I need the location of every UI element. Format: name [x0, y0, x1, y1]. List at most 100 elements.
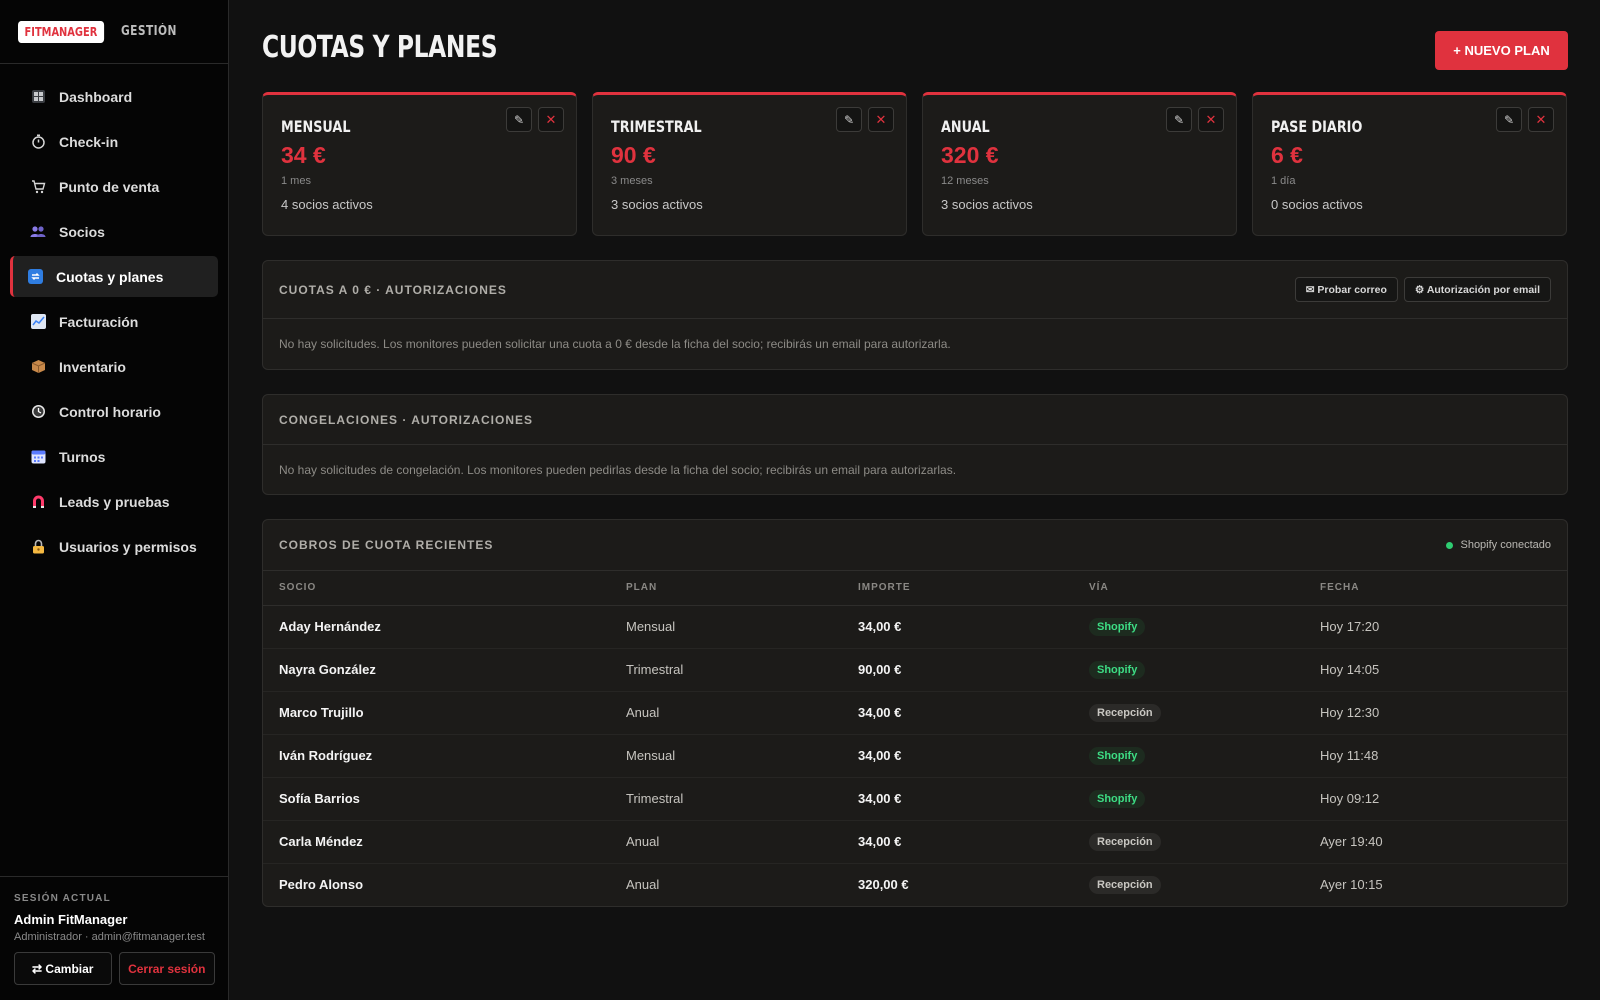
- sidebar-item-control-horario[interactable]: Control horario: [10, 391, 218, 432]
- cell-fecha: Ayer 19:40: [1304, 820, 1567, 864]
- freezes-panel: CONGELACIONES · AUTORIZACIONES No hay so…: [262, 394, 1568, 495]
- table-row[interactable]: Carla Méndez Anual 34,00 € Recepción Aye…: [263, 820, 1567, 864]
- plan-card[interactable]: ✎ ✕ PASE DIARIO 6 € 1 día 0 socios activ…: [1252, 92, 1567, 236]
- table-row[interactable]: Aday Hernández Mensual 34,00 € Shopify H…: [263, 605, 1567, 649]
- plan-active-members: 3 socios activos: [941, 197, 1033, 212]
- box-icon: [29, 358, 47, 376]
- delete-plan-button[interactable]: ✕: [538, 107, 564, 132]
- new-plan-button[interactable]: + NUEVO PLAN: [1435, 31, 1568, 70]
- cell-importe: 34,00 €: [842, 605, 1073, 649]
- plan-card[interactable]: ✎ ✕ ANUAL 320 € 12 meses 3 socios activo…: [922, 92, 1237, 236]
- edit-plan-button[interactable]: ✎: [1496, 107, 1522, 132]
- sidebar-item-usuarios-y-permisos[interactable]: Usuarios y permisos: [10, 526, 218, 567]
- recent-payments-panel: COBROS DE CUOTA RECIENTES Shopify conect…: [262, 519, 1568, 907]
- plan-price: 34 €: [281, 142, 326, 168]
- cell-socio: Nayra González: [263, 648, 610, 692]
- edit-plan-button[interactable]: ✎: [506, 107, 532, 132]
- sidebar-item-label: Leads y pruebas: [59, 493, 170, 510]
- sidebar-item-label: Dashboard: [59, 88, 133, 105]
- edit-plan-button[interactable]: ✎: [836, 107, 862, 132]
- shopify-status: Shopify conectado: [1446, 539, 1551, 551]
- sidebar-item-cuotas-y-planes[interactable]: Cuotas y planes: [10, 256, 218, 297]
- sidebar-item-inventario[interactable]: Inventario: [10, 346, 218, 387]
- plan-active-members: 0 socios activos: [1271, 197, 1363, 212]
- plan-duration: 1 día: [1271, 175, 1296, 187]
- plan-active-members: 4 socios activos: [281, 197, 373, 212]
- cell-via: Shopify: [1073, 648, 1304, 692]
- sidebar-item-socios[interactable]: Socios: [10, 211, 218, 252]
- sidebar-item-label: Socios: [59, 223, 105, 240]
- page-title: CUOTAS Y PLANES: [262, 30, 498, 65]
- repeat-icon: [26, 268, 44, 286]
- plan-duration: 1 mes: [281, 175, 311, 187]
- lock-icon: [29, 538, 47, 556]
- status-dot-icon: [1446, 541, 1454, 549]
- cell-via: Recepción: [1073, 863, 1304, 906]
- via-badge: Recepción: [1089, 875, 1161, 894]
- delete-plan-button[interactable]: ✕: [1528, 107, 1554, 132]
- close-icon: ✕: [1535, 111, 1547, 127]
- delete-plan-button[interactable]: ✕: [868, 107, 894, 132]
- sidebar-item-label: Control horario: [59, 403, 161, 420]
- plan-price: 90 €: [611, 142, 656, 168]
- cell-via: Shopify: [1073, 777, 1304, 821]
- session-user-name: Admin FitManager: [14, 912, 128, 927]
- dashboard-icon: [29, 88, 47, 106]
- column-header: FECHA: [1304, 571, 1567, 606]
- table-row[interactable]: Nayra González Trimestral 90,00 € Shopif…: [263, 648, 1567, 692]
- cell-importe: 90,00 €: [842, 648, 1073, 692]
- sidebar-item-leads-y-pruebas[interactable]: Leads y pruebas: [10, 481, 218, 522]
- cell-fecha: Hoy 14:05: [1304, 648, 1567, 692]
- panel-title: CUOTAS A 0 € · AUTORIZACIONES: [279, 282, 507, 297]
- sidebar-item-label: Usuarios y permisos: [59, 538, 197, 555]
- pencil-icon: ✎: [1173, 112, 1185, 127]
- cell-importe: 34,00 €: [842, 691, 1073, 735]
- sidebar-item-punto-de-venta[interactable]: Punto de venta: [10, 166, 218, 207]
- calendar-icon: [29, 448, 47, 466]
- sidebar-item-facturacion[interactable]: Facturación: [10, 301, 218, 342]
- table-row[interactable]: Sofía Barrios Trimestral 34,00 € Shopify…: [263, 777, 1567, 821]
- cell-fecha: Hoy 09:12: [1304, 777, 1567, 821]
- cell-plan: Anual: [626, 877, 660, 893]
- table-row[interactable]: Marco Trujillo Anual 34,00 € Recepción H…: [263, 691, 1567, 735]
- table-row[interactable]: Iván Rodríguez Mensual 34,00 € Shopify H…: [263, 734, 1567, 778]
- plan-duration: 12 meses: [941, 175, 989, 187]
- sidebar: FITMANAGER GESTIÓN Dashboard Check-in Pu…: [0, 0, 229, 1000]
- sidebar-item-label: Check-in: [59, 133, 119, 150]
- cell-fecha: Hoy 12:30: [1304, 691, 1567, 735]
- sidebar-item-turnos[interactable]: Turnos: [10, 436, 218, 477]
- cell-via: Recepción: [1073, 691, 1304, 735]
- plan-card[interactable]: ✎ ✕ TRIMESTRAL 90 € 3 meses 3 socios act…: [592, 92, 907, 236]
- via-badge: Recepción: [1089, 832, 1161, 851]
- cart-icon: [29, 178, 47, 196]
- plan-name: ANUAL: [941, 117, 990, 136]
- email-authorization-button[interactable]: ⚙ Autorización por email: [1403, 277, 1551, 302]
- cell-socio: Marco Trujillo: [263, 691, 610, 735]
- sidebar-item-label: Punto de venta: [59, 178, 160, 195]
- plan-price: 6 €: [1271, 142, 1303, 168]
- test-email-button[interactable]: ✉ Probar correo: [1294, 277, 1398, 302]
- plan-name: PASE DIARIO: [1271, 117, 1363, 136]
- cell-via: Shopify: [1073, 734, 1304, 778]
- plan-duration: 3 meses: [611, 175, 653, 187]
- brand-subtitle: GESTIÓN: [120, 24, 177, 39]
- switch-user-button[interactable]: ⇄ Cambiar: [14, 952, 112, 985]
- session-title: SESIÓN ACTUAL: [14, 893, 111, 904]
- cell-importe: 34,00 €: [842, 777, 1073, 821]
- edit-plan-button[interactable]: ✎: [1166, 107, 1192, 132]
- table-header-row: SOCIO PLAN IMPORTE VÍA FECHA: [263, 571, 1567, 606]
- cell-importe: 34,00 €: [842, 734, 1073, 778]
- clock-icon: [29, 403, 47, 421]
- close-icon: ✕: [1205, 111, 1217, 127]
- delete-plan-button[interactable]: ✕: [1198, 107, 1224, 132]
- cell-via: Recepción: [1073, 820, 1304, 864]
- logout-button[interactable]: Cerrar sesión: [118, 952, 215, 985]
- sidebar-item-check-in[interactable]: Check-in: [10, 121, 218, 162]
- plan-price: 320 €: [941, 142, 999, 168]
- brand[interactable]: FITMANAGER GESTIÓN: [0, 0, 228, 64]
- cell-socio: Pedro Alonso: [279, 877, 364, 893]
- sidebar-item-dashboard[interactable]: Dashboard: [10, 76, 218, 117]
- table-row[interactable]: Pedro Alonso Anual 320,00 € Recepción Ay…: [263, 863, 1567, 906]
- plan-card[interactable]: ✎ ✕ MENSUAL 34 € 1 mes 4 socios activos: [262, 92, 577, 236]
- cell-plan: Trimestral: [610, 777, 842, 821]
